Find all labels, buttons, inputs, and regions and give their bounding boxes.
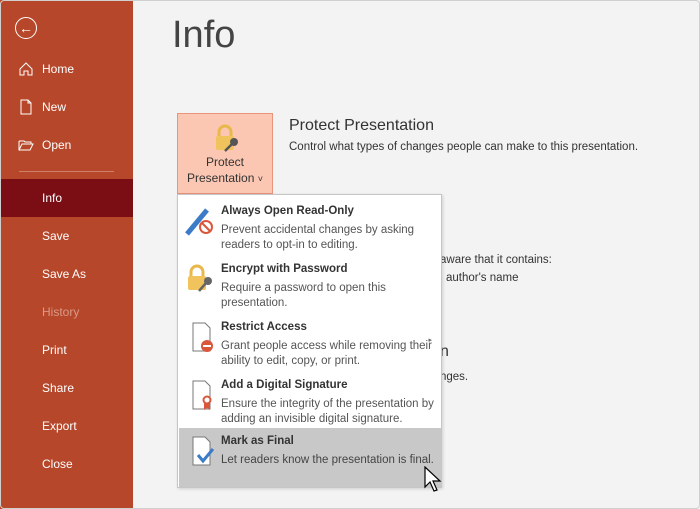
page-title: Info bbox=[172, 14, 236, 56]
protect-dropdown-menu: Always Open Read-Only Prevent accidental… bbox=[177, 194, 442, 488]
sidebar-item-label: Open bbox=[42, 138, 72, 152]
protect-description: Control what types of changes people can… bbox=[289, 141, 639, 153]
menu-item-title: Encrypt with Password bbox=[221, 263, 348, 275]
occluded-text: author's name bbox=[446, 272, 519, 284]
document-ribbon-icon bbox=[192, 380, 212, 410]
chevron-down-icon: ˅ bbox=[257, 174, 263, 184]
sidebar-item-close[interactable]: Close bbox=[0, 445, 133, 483]
protect-button-label: Protect bbox=[205, 155, 244, 169]
menu-item-description: Prevent accidental changes by asking rea… bbox=[221, 224, 415, 251]
sidebar-item-label: Save As bbox=[42, 267, 87, 281]
occluded-text: aware that it contains: bbox=[440, 254, 552, 266]
pencil-no-icon bbox=[185, 208, 213, 236]
sidebar-item-label: Print bbox=[42, 343, 67, 357]
document-restrict-icon bbox=[192, 322, 213, 352]
menu-item-description: Grant people access while removing their… bbox=[221, 340, 432, 367]
sidebar-item-home[interactable]: Home bbox=[0, 50, 133, 88]
menu-item-title: Mark as Final bbox=[221, 435, 294, 447]
menu-item-always-open-read-only[interactable]: Always Open Read-Only Prevent accidental… bbox=[179, 198, 441, 256]
menu-item-mark-as-final[interactable]: Mark as Final Let readers know the prese… bbox=[179, 428, 441, 487]
sidebar-item-label: Home bbox=[42, 62, 75, 76]
menu-item-restrict-access[interactable]: Restrict Access Grant people access whil… bbox=[179, 314, 441, 372]
sidebar-item-label: Save bbox=[42, 229, 70, 243]
folder-icon bbox=[18, 140, 34, 151]
lock-key-icon bbox=[188, 264, 212, 292]
sidebar-item-save[interactable]: Save bbox=[0, 217, 133, 255]
sidebar-divider bbox=[19, 171, 114, 172]
protect-button-label-2: Presentation ˅ bbox=[178, 171, 272, 185]
menu-item-description: Let readers know the presentation is fin… bbox=[221, 454, 434, 466]
sidebar: ← Home New Open Info Save Save As Histor… bbox=[0, 0, 133, 509]
sidebar-item-label: New bbox=[42, 100, 67, 114]
sidebar-item-print[interactable]: Print bbox=[0, 331, 133, 369]
sidebar-item-save-as[interactable]: Save As bbox=[0, 255, 133, 293]
menu-item-title: Add a Digital Signature bbox=[221, 379, 348, 391]
sidebar-item-open[interactable]: Open bbox=[0, 126, 133, 164]
home-icon bbox=[19, 62, 33, 76]
menu-item-description: Ensure the integrity of the presentation… bbox=[221, 398, 434, 425]
sidebar-item-label: History bbox=[42, 305, 80, 319]
occluded-text: nges. bbox=[440, 371, 469, 383]
sidebar-item-label: Close bbox=[42, 457, 73, 471]
sidebar-item-label: Info bbox=[42, 191, 63, 205]
submenu-arrow-icon: ▸ bbox=[428, 337, 432, 344]
menu-item-title: Always Open Read-Only bbox=[221, 205, 354, 217]
sidebar-item-history: History bbox=[0, 293, 133, 331]
menu-item-encrypt-with-password[interactable]: Encrypt with Password Require a password… bbox=[179, 256, 441, 314]
protect-heading: Protect Presentation bbox=[289, 117, 434, 134]
back-arrow-icon[interactable]: ← bbox=[15, 17, 37, 39]
lock-key-icon bbox=[216, 124, 238, 152]
protect-button-label-text: Presentation bbox=[187, 171, 255, 185]
menu-item-description: Require a password to open this presenta… bbox=[221, 282, 386, 309]
new-document-icon bbox=[20, 99, 32, 115]
document-check-icon bbox=[192, 436, 215, 466]
protect-presentation-button[interactable]: Protect Presentation ˅ bbox=[177, 113, 273, 194]
mouse-cursor-icon bbox=[424, 466, 442, 492]
sidebar-item-new[interactable]: New bbox=[0, 88, 133, 126]
sidebar-item-label: Export bbox=[42, 419, 77, 433]
menu-item-add-digital-signature[interactable]: Add a Digital Signature Ensure the integ… bbox=[179, 372, 441, 430]
menu-item-title: Restrict Access bbox=[221, 321, 307, 333]
sidebar-item-export[interactable]: Export bbox=[0, 407, 133, 445]
sidebar-item-label: Share bbox=[42, 381, 75, 395]
sidebar-item-info[interactable]: Info bbox=[0, 179, 133, 217]
sidebar-item-share[interactable]: Share bbox=[0, 369, 133, 407]
